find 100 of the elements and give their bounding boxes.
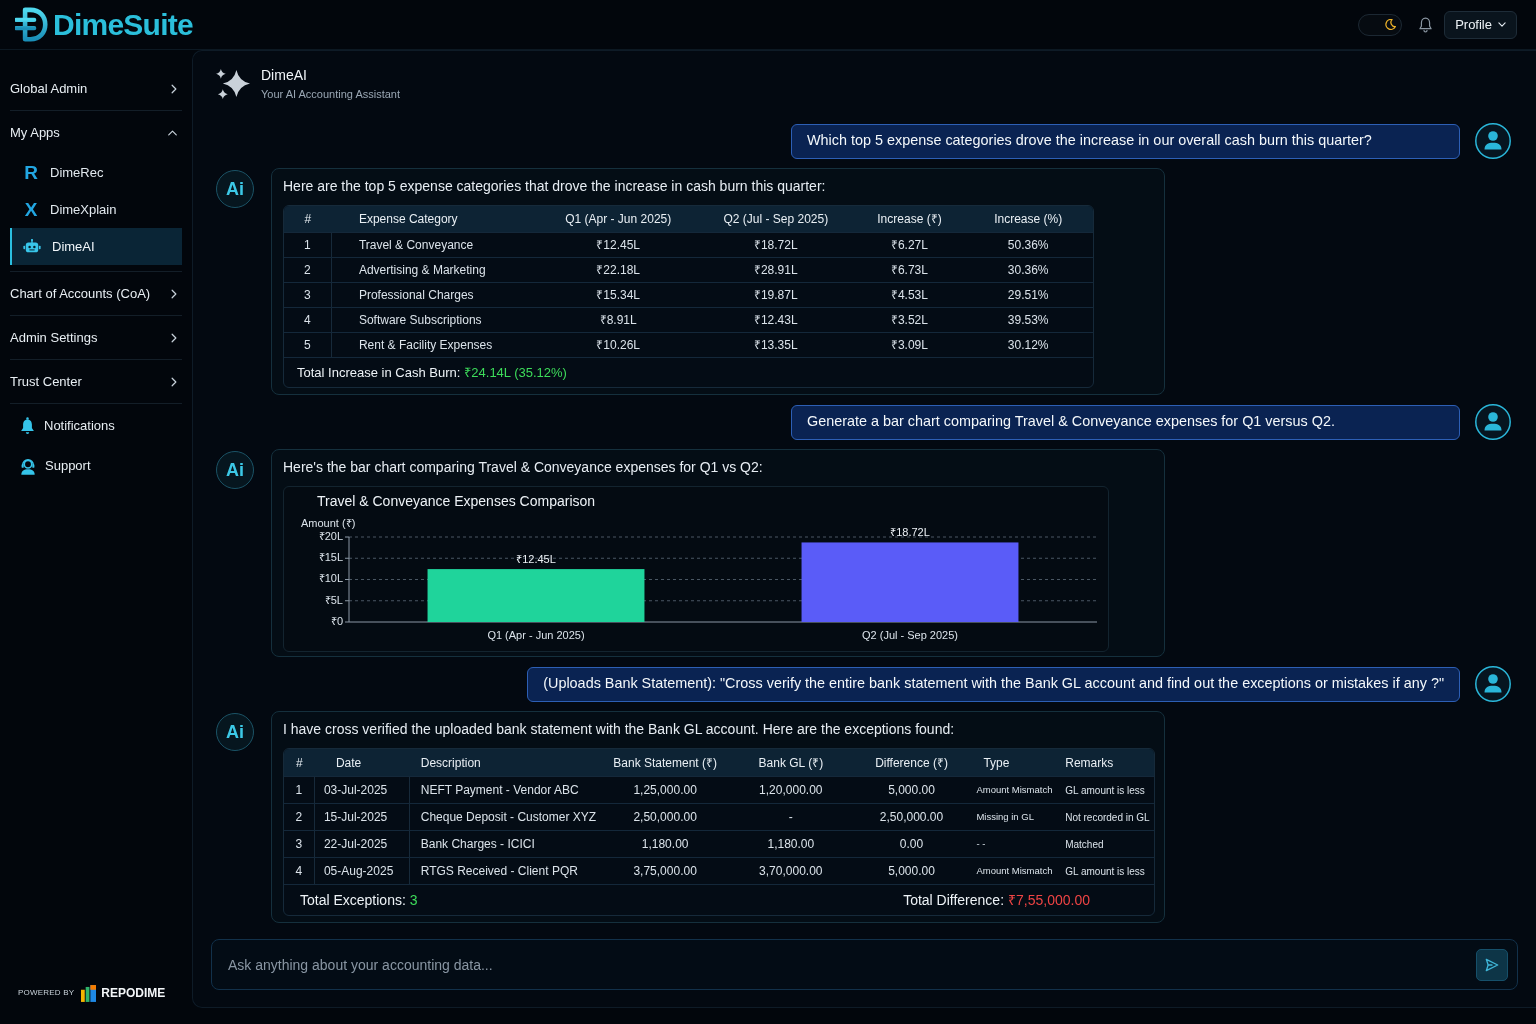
table-cell: 2 (284, 804, 315, 830)
message-text: Here's the bar chart comparing Travel & Conveyance expenses for Q1 vs Q2: (283, 458, 764, 476)
column-header: Remarks (1064, 754, 1115, 772)
table-cell-text: 29.51% (1006, 287, 1050, 304)
send-button[interactable] (1476, 948, 1508, 981)
tick-label: ₹20L (318, 529, 343, 542)
table-cell-text: ₹10.26L (595, 337, 642, 354)
table-cell-text: RTGS Received - Client PQR (419, 863, 579, 880)
profile-button[interactable]: Profile (1444, 10, 1517, 39)
ai-avatar: Ai (216, 451, 254, 489)
chart-title: Travel & Conveyance Expenses Comparison (317, 493, 596, 509)
table-cell-text: ₹3.09L (889, 337, 929, 354)
table-cell-text: 3,75,000.00 (632, 863, 698, 880)
table-cell: 3 (284, 831, 315, 857)
table-cell-text: Amount Mismatch (975, 863, 1054, 878)
table-cell-text: 2,50,000.00 (632, 809, 698, 826)
nav-item[interactable]: My Apps (10, 111, 182, 154)
column-header: Q2 (Jul - Sep 2025) (722, 211, 830, 228)
user-avatar-icon (1475, 404, 1511, 440)
robot-icon (23, 238, 41, 255)
table-cell-text: 5,000.00 (887, 863, 936, 880)
table-cell: 4 (284, 858, 315, 884)
table-cell-text: 30.12% (1006, 337, 1050, 354)
table-cell-text: - - (975, 836, 987, 851)
total-label: Total Difference: (903, 890, 1005, 910)
table-cell: 5 (284, 333, 332, 357)
table-cell: 1 (284, 233, 332, 257)
table-cell: 4 (284, 308, 332, 332)
tick-label: ₹15L (318, 551, 343, 564)
user-message-bubble: Generate a bar chart comparing Travel & Conveyance expenses for Q1 versus Q2. (791, 404, 1460, 440)
table-cell-text: Rent & Facility Expenses (357, 337, 494, 354)
bar-value-label: ₹12.45L (516, 553, 556, 565)
table-cell: 03-Jul-2025 (314, 777, 410, 803)
nav-item[interactable]: Notifications (10, 406, 182, 446)
table-cell-text: 2,50,000.00 (878, 809, 945, 826)
tick-label: ₹5L (324, 593, 343, 606)
assistant-title: DimeAI (261, 66, 308, 84)
nav-item[interactable]: Admin Settings (10, 316, 182, 359)
nav-item[interactable]: Global Admin (10, 67, 182, 110)
total-value: 3 (409, 890, 418, 910)
column-header: Difference (₹) (874, 754, 949, 772)
support-agent-icon (20, 457, 36, 475)
sparkle-icon (216, 67, 251, 101)
table-cell-text: Professional Charges (357, 287, 475, 304)
table-cell: 05-Aug-2025 (314, 858, 410, 884)
table-cell-text: NEFT Payment - Vendor ABC (419, 782, 580, 799)
ai-avatar: Ai (216, 713, 254, 751)
table-cell-text: ₹12.43L (752, 312, 799, 329)
table-cell-text: ₹13.35L (752, 337, 799, 354)
table-cell-text: Matched (1064, 837, 1105, 852)
column-header: Increase (%) (993, 211, 1064, 228)
brand-name: REPODIME (101, 985, 166, 1002)
brand-logo-icon (81, 984, 97, 1002)
total-label: Total Increase in Cash Burn: (297, 363, 461, 382)
table-cell: 15-Jul-2025 (314, 804, 410, 830)
table-cell-text: 0.00 (898, 836, 925, 853)
logo-icon (15, 7, 48, 42)
table-cell-text: ₹6.27L (889, 237, 929, 254)
powered-by-label: POWERED BY (18, 987, 75, 999)
theme-toggle[interactable] (1358, 13, 1403, 36)
nav-item[interactable]: Trust Center (10, 360, 182, 403)
category-label: Q2 (Jul - Sep 2025) (862, 628, 958, 641)
column-header: Date (334, 754, 363, 772)
table-cell-text: Missing in GL (975, 809, 1035, 824)
column-header: Description (419, 754, 482, 772)
column-header: # (295, 754, 304, 772)
table-cell-text: 30.36% (1006, 262, 1050, 279)
table-cell-text: ₹28.91L (752, 262, 799, 279)
table-cell-text: ₹15.34L (595, 287, 642, 304)
user-avatar-icon (1475, 123, 1511, 159)
app-item[interactable]: R DimeRec (10, 154, 182, 191)
logo-letter: X (23, 200, 39, 219)
bell-icon (20, 417, 35, 435)
bell-icon[interactable] (1419, 16, 1433, 33)
user-avatar-icon (1475, 666, 1511, 702)
app-item[interactable]: DimeAI (10, 228, 182, 265)
table-cell-text: Software Subscriptions (357, 312, 483, 329)
logo-text: DimeSuite (53, 9, 193, 40)
column-header: Increase (₹) (876, 211, 943, 228)
table-cell-text: 50.36% (1006, 237, 1050, 254)
table-cell-text: 39.53% (1006, 312, 1050, 329)
ai-avatar: Ai (216, 170, 254, 208)
column-header: Expense Category (357, 211, 459, 228)
chevron-down-icon (1498, 22, 1506, 27)
table-cell-text: Cheque Deposit - Customer XYZ (419, 809, 598, 826)
total-label: Total Exceptions: (300, 890, 406, 910)
column-header: Q1 (Apr - Jun 2025) (564, 211, 673, 228)
table-cell: 2 (284, 258, 332, 282)
table-cell-text: ₹19.87L (752, 287, 799, 304)
table-cell-text: Amount Mismatch (975, 782, 1054, 797)
app-item[interactable]: X DimeXplain (10, 191, 182, 228)
table-cell-text: 1,180.00 (766, 836, 816, 853)
nav-item[interactable]: Support (10, 446, 182, 486)
table-cell-text: Bank Charges - ICICI (419, 836, 536, 853)
table-cell-text: - (787, 809, 794, 826)
nav-item[interactable]: Chart of Accounts (CoA) (10, 272, 182, 315)
axis-label: Amount (₹) (301, 516, 356, 529)
table-cell-text: 1,180.00 (640, 836, 690, 853)
assistant-subtitle: Your AI Accounting Assistant (261, 87, 401, 102)
table-cell: 3 (284, 283, 332, 307)
